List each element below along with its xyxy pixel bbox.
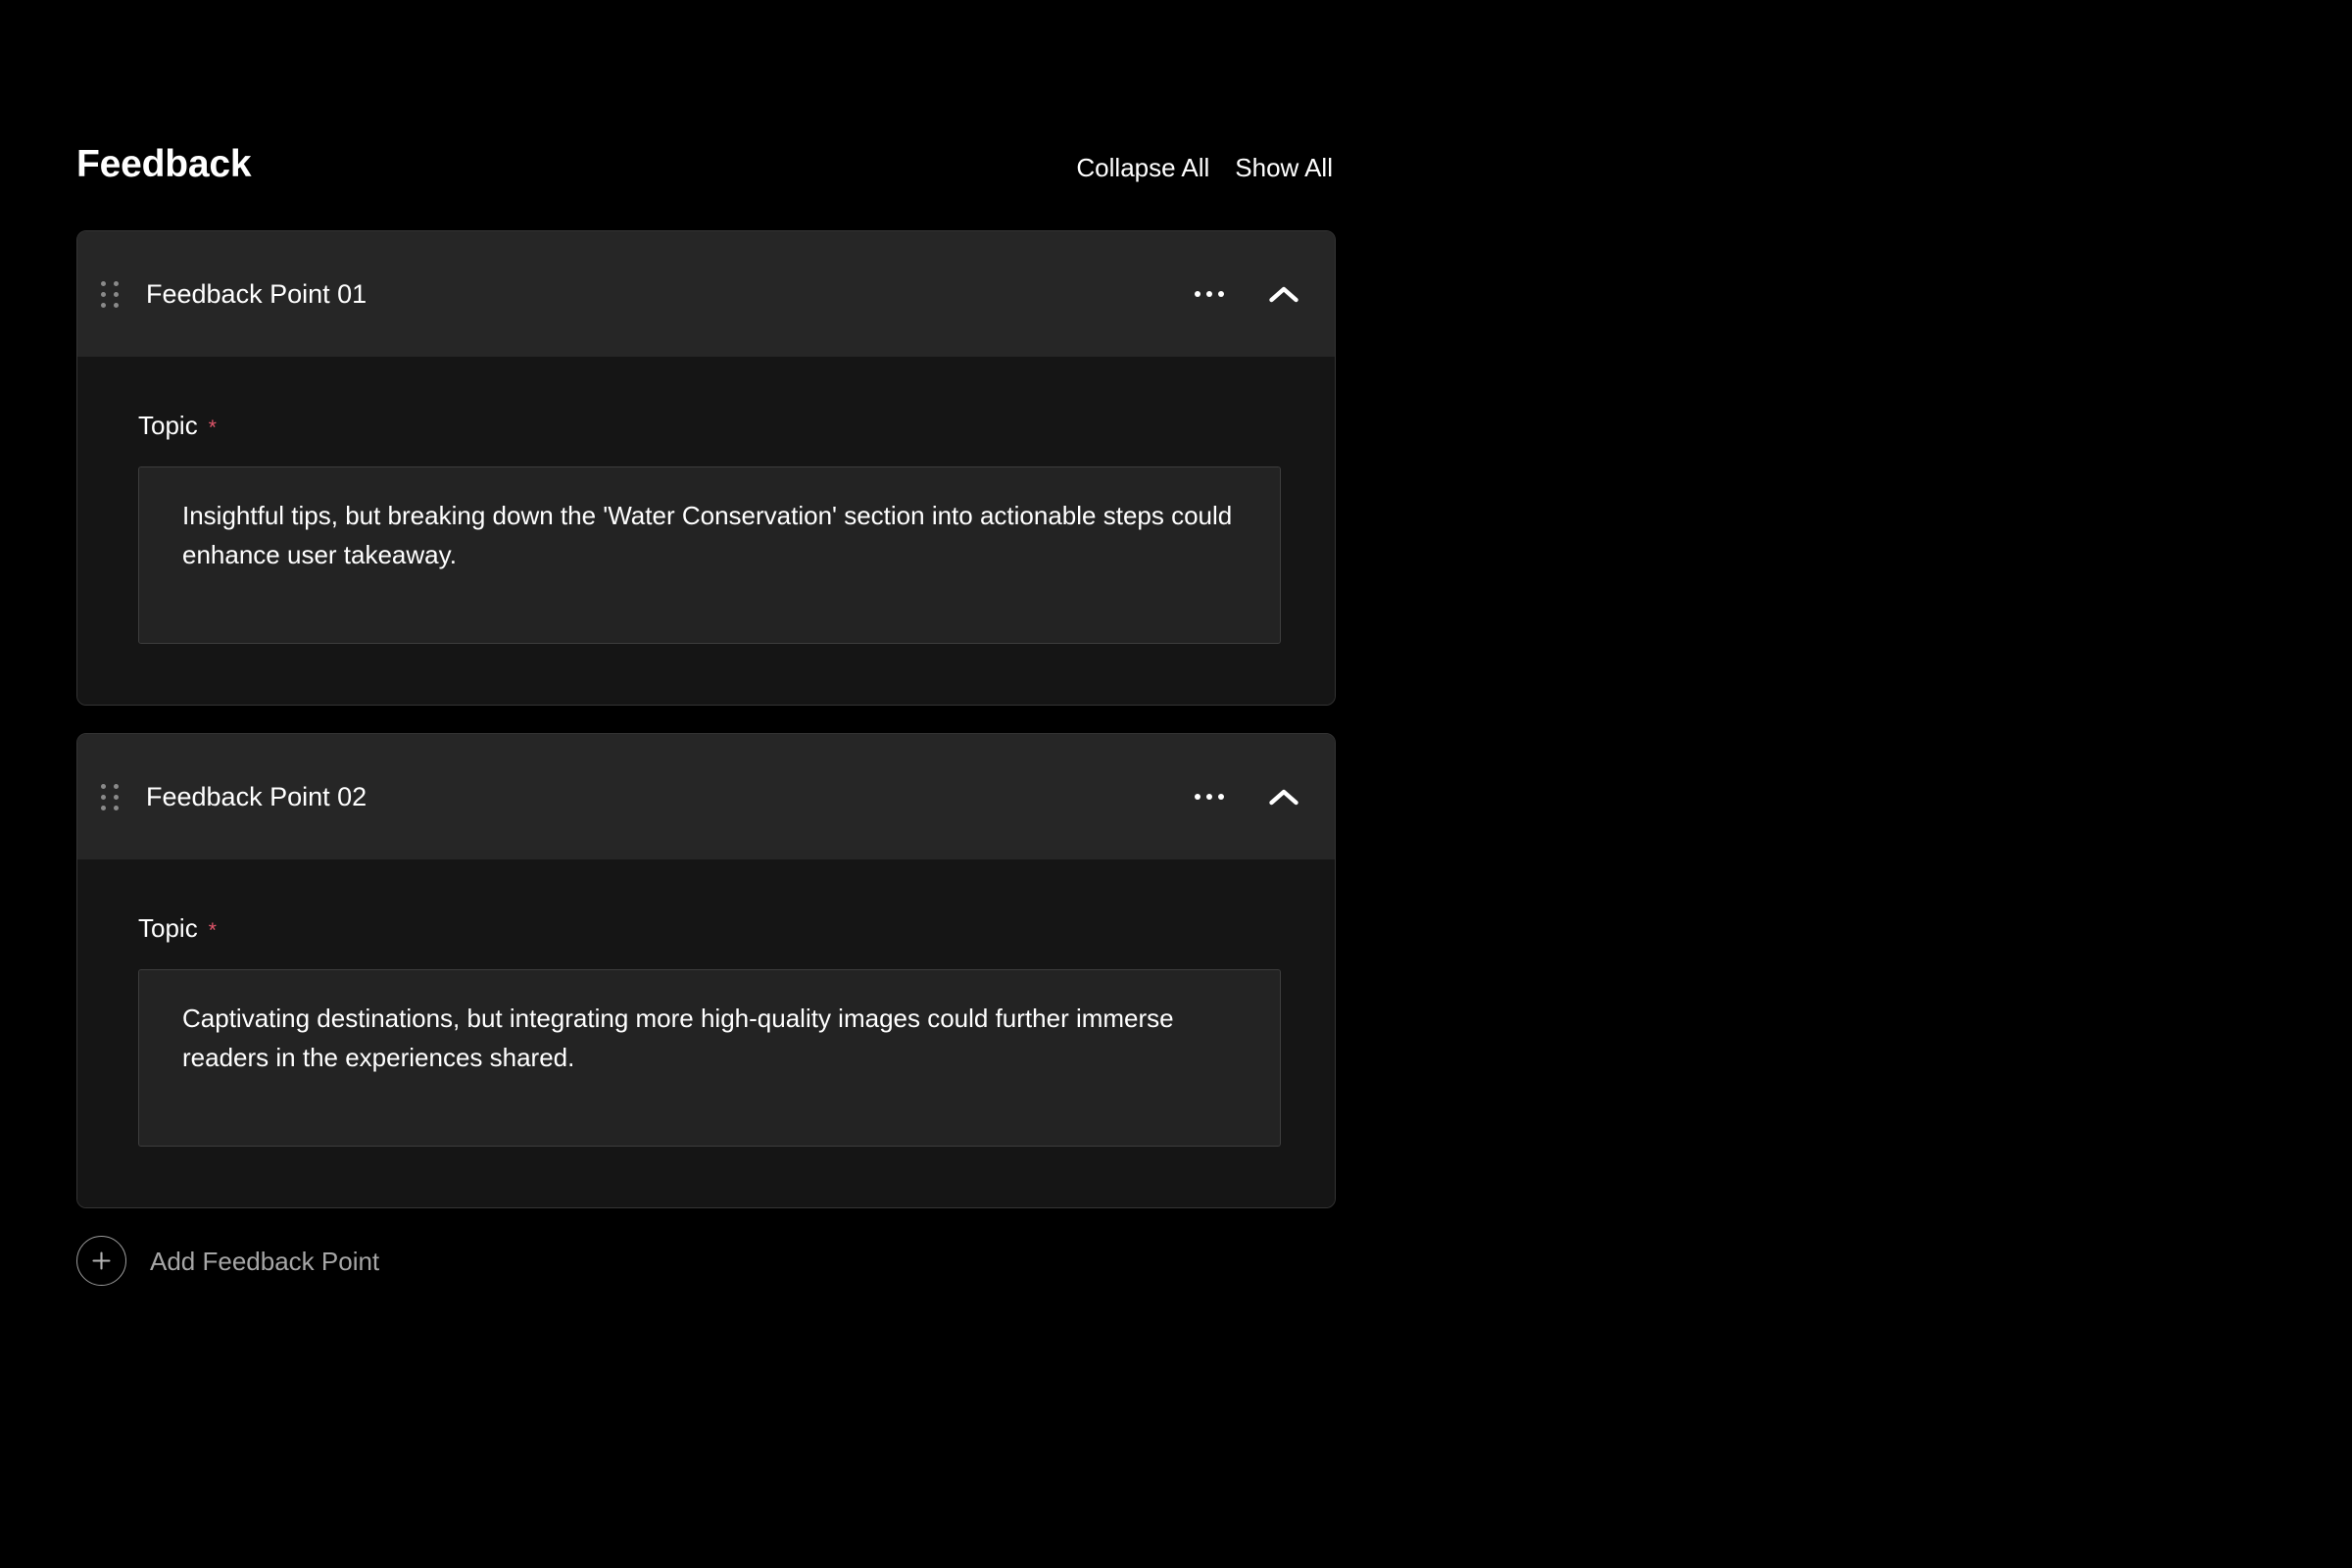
more-options-icon[interactable] [1189,784,1230,809]
drag-handle-icon[interactable] [77,784,142,810]
card-header-icons [1189,277,1306,311]
card-header-icons [1189,780,1306,813]
collapse-all-button[interactable]: Collapse All [1076,155,1209,180]
card-body: Topic * [77,357,1335,705]
drag-handle-dots [101,784,119,810]
chevron-up-icon[interactable] [1261,780,1306,813]
more-options-icon[interactable] [1189,281,1230,307]
topic-label-text: Topic [138,413,198,438]
add-feedback-point-label: Add Feedback Point [150,1249,379,1274]
app-root: Feedback Collapse All Show All Feedback … [0,0,2352,1568]
plus-circle-icon [76,1236,126,1286]
card-title: Feedback Point 02 [142,784,1189,810]
feedback-point-card: Feedback Point 01 Topic * [76,230,1336,706]
topic-field-label: Topic * [138,915,1279,941]
panel-header: Feedback Collapse All Show All [76,145,1336,208]
drag-handle-dots [101,281,119,308]
required-asterisk: * [209,920,217,941]
show-all-button[interactable]: Show All [1235,155,1333,180]
card-title: Feedback Point 01 [142,281,1189,308]
topic-input[interactable] [138,969,1281,1147]
drag-handle-icon[interactable] [77,281,142,308]
card-header[interactable]: Feedback Point 01 [77,231,1335,357]
page-title: Feedback [76,145,251,183]
chevron-up-icon[interactable] [1261,277,1306,311]
card-header[interactable]: Feedback Point 02 [77,734,1335,859]
feedback-panel: Feedback Collapse All Show All Feedback … [76,145,1336,1286]
required-asterisk: * [209,417,217,438]
header-actions: Collapse All Show All [1076,155,1336,180]
topic-input[interactable] [138,466,1281,644]
topic-field-label: Topic * [138,413,1279,438]
topic-label-text: Topic [138,915,198,941]
add-feedback-point-button[interactable]: Add Feedback Point [76,1236,379,1286]
card-body: Topic * [77,859,1335,1207]
feedback-point-card: Feedback Point 02 Topic * [76,733,1336,1208]
